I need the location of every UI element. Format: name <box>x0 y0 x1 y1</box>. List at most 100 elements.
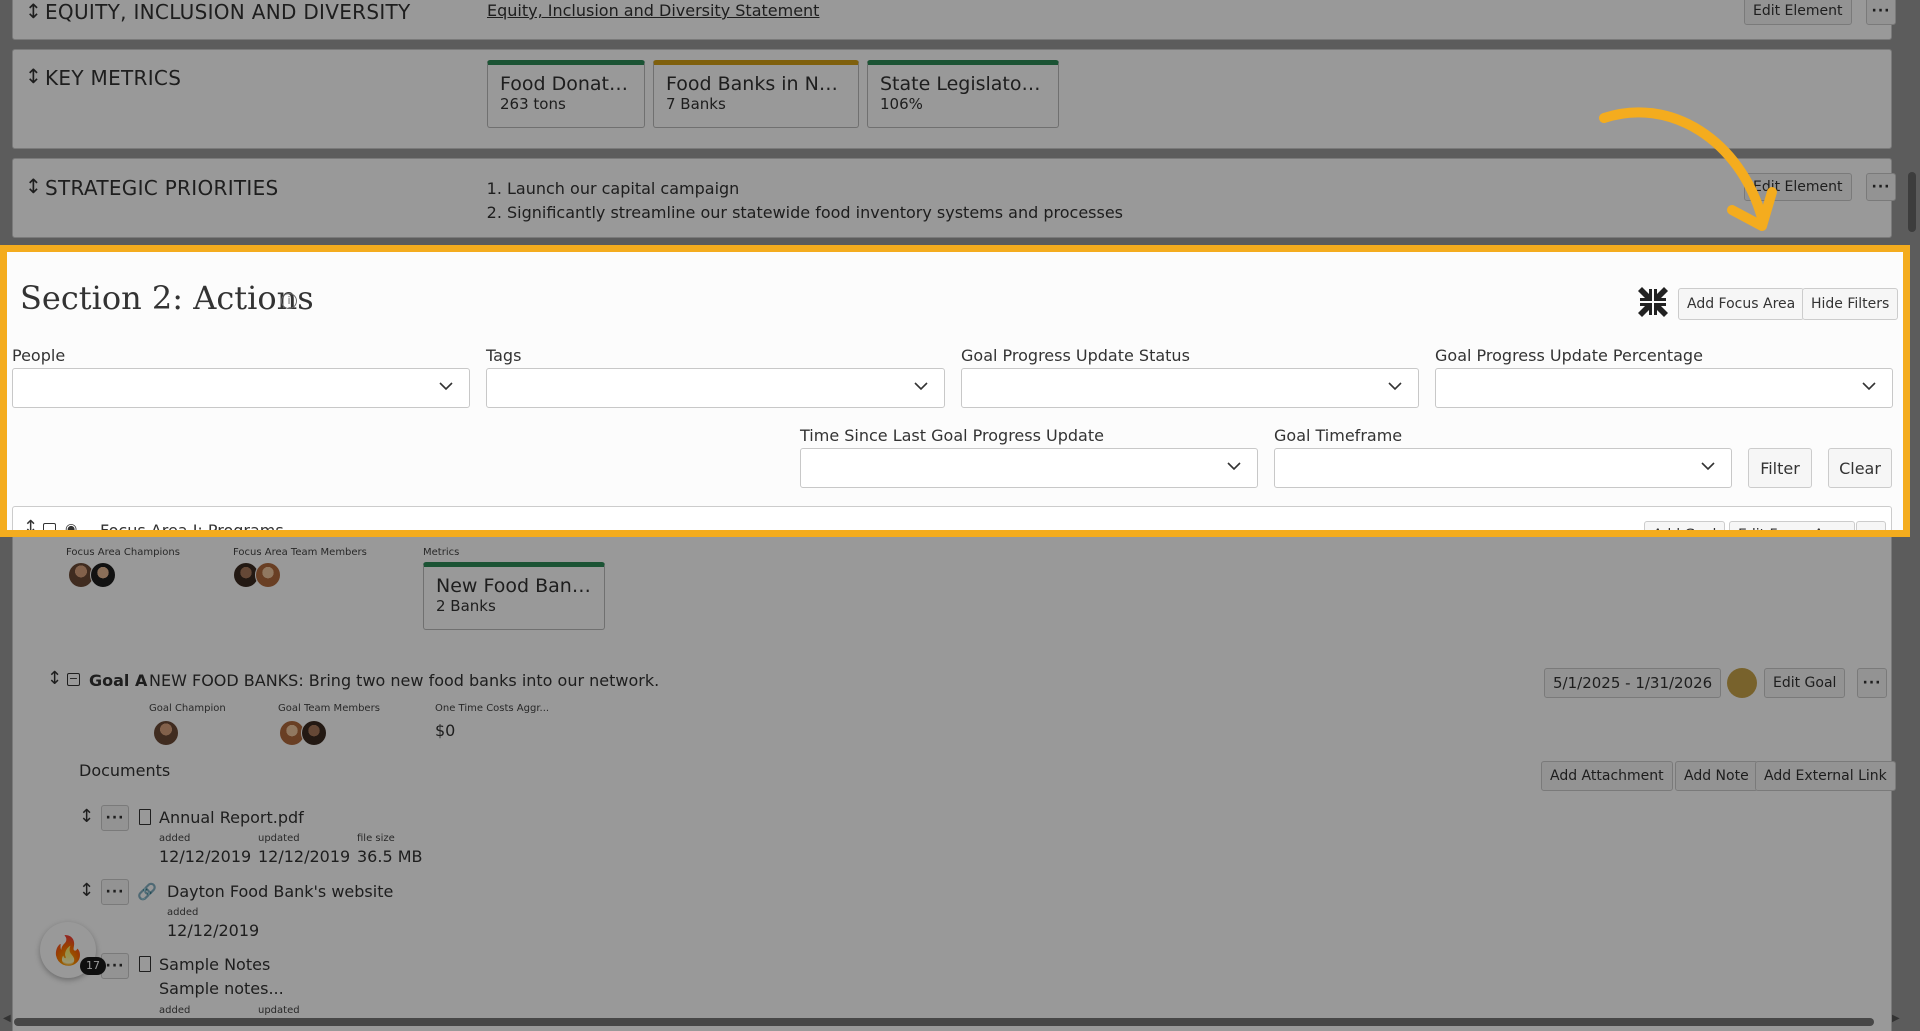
avatar[interactable] <box>255 562 281 588</box>
section-title: Section 2: Actions <box>20 279 314 317</box>
goal-status-filter-select[interactable] <box>961 368 1419 408</box>
metric-title: Food Banks in Net... <box>666 73 846 95</box>
documents-heading: Documents <box>79 761 171 780</box>
add-focus-area-button[interactable]: Add Focus Area <box>1678 288 1805 320</box>
tags-filter-label: Tags <box>486 346 522 365</box>
added-label: added <box>159 1005 191 1016</box>
drag-handle-icon[interactable]: ↕ <box>79 806 94 827</box>
note-preview: Sample notes... <box>159 979 284 998</box>
hidden-eye-icon[interactable]: ◉ <box>65 521 77 530</box>
edit-goal-button[interactable]: Edit Goal <box>1764 668 1846 698</box>
metric-value: 7 Banks <box>666 95 726 113</box>
metric-food-banks[interactable]: Food Banks in Net... 7 Banks <box>653 60 859 128</box>
focus-area-card: Focus Area Champions Focus Area Team Mem… <box>12 500 1896 1031</box>
filter-button[interactable]: Filter <box>1748 448 1812 488</box>
file-size: 36.5 MB <box>357 847 423 866</box>
edit-focus-area-button[interactable]: Edit Focus Area <box>1729 521 1856 530</box>
focus-area-more-button[interactable]: ··· <box>1856 521 1886 530</box>
goal-percentage-filter-select[interactable] <box>1435 368 1893 408</box>
key-metrics-label: KEY METRICS <box>45 66 182 90</box>
metric-title: New Food Banks <box>436 575 592 597</box>
add-external-link-button[interactable]: Add External Link <box>1755 761 1896 791</box>
horizontal-scrollbar[interactable] <box>14 1018 1874 1026</box>
drag-handle-icon[interactable]: ↕ <box>47 668 62 689</box>
list-item: Significantly streamline our statewide f… <box>507 201 1123 225</box>
updated-label: updated <box>258 1005 300 1016</box>
goal-timeframe-filter-select[interactable] <box>1274 448 1732 488</box>
drag-handle-icon[interactable]: ↕ <box>79 880 94 901</box>
more-options-button[interactable]: ··· <box>1866 0 1896 25</box>
hide-filters-button[interactable]: Hide Filters <box>1802 288 1899 320</box>
people-filter-label: People <box>12 346 66 365</box>
notification-count-badge: 17 <box>80 957 106 975</box>
equity-row: ↕ EQUITY, INCLUSION AND DIVERSITY Equity… <box>12 0 1896 40</box>
goal-text: NEW FOOD BANKS: Bring two new food banks… <box>149 671 660 690</box>
goal-date-range[interactable]: 5/1/2025 - 1/31/2026 <box>1544 668 1722 698</box>
edit-element-button[interactable]: Edit Element <box>1744 0 1852 25</box>
goal-label: Goal A <box>89 671 148 690</box>
goal-status-indicator[interactable] <box>1727 668 1757 698</box>
strategic-priorities-label: STRATEGIC PRIORITIES <box>45 176 279 200</box>
metric-title: State Legislators... <box>880 73 1046 95</box>
pointer-arrow-icon <box>1599 107 1777 231</box>
goal-champion-label: Goal Champion <box>149 703 226 714</box>
chevron-down-icon <box>1388 382 1402 391</box>
metric-state-legislators[interactable]: State Legislators... 106% <box>867 60 1059 128</box>
added-date: 12/12/2019 <box>167 921 260 940</box>
added-label: added <box>159 833 191 844</box>
drag-handle-icon[interactable]: ↕ <box>25 0 42 23</box>
time-since-filter-label: Time Since Last Goal Progress Update <box>800 426 1104 445</box>
info-icon[interactable]: i <box>281 293 297 309</box>
vertical-scrollbar-thumb[interactable] <box>1908 172 1916 232</box>
focus-area-header: ↕ ◉ Focus Area I: Programs Add Goal Edit… <box>12 506 1892 530</box>
added-date: 12/12/2019 <box>159 847 252 866</box>
tags-filter-select[interactable] <box>486 368 945 408</box>
document-more-button[interactable]: ··· <box>101 879 129 905</box>
metric-title: Food Donated <box>500 73 632 95</box>
more-options-button[interactable]: ··· <box>1866 173 1896 201</box>
add-goal-button[interactable]: Add Goal <box>1644 521 1726 530</box>
drag-handle-icon[interactable]: ↕ <box>23 517 38 530</box>
file-icon <box>139 809 151 825</box>
drag-handle-icon[interactable]: ↕ <box>25 64 42 88</box>
document-name[interactable]: Dayton Food Bank's website <box>167 882 393 901</box>
file-size-label: file size <box>357 833 395 844</box>
link-icon: 🔗 <box>137 882 157 901</box>
add-attachment-button[interactable]: Add Attachment <box>1541 761 1673 791</box>
scroll-right-icon[interactable]: ▶ <box>1892 1013 1900 1024</box>
equity-label: EQUITY, INCLUSION AND DIVERSITY <box>45 0 411 24</box>
focus-area-champions-label: Focus Area Champions <box>66 547 180 558</box>
clear-button[interactable]: Clear <box>1828 448 1892 488</box>
metric-new-food-banks[interactable]: New Food Banks 2 Banks <box>423 562 605 630</box>
collapse-all-icon[interactable] <box>1636 285 1670 319</box>
chevron-down-icon <box>914 382 928 391</box>
metric-value: 2 Banks <box>436 597 496 615</box>
avatar[interactable] <box>301 720 327 746</box>
scroll-left-icon[interactable]: ◀ <box>3 1013 11 1024</box>
time-since-filter-select[interactable] <box>800 448 1258 488</box>
metric-food-donated[interactable]: Food Donated 263 tons <box>487 60 645 128</box>
drag-handle-icon[interactable]: ↕ <box>25 174 42 198</box>
people-filter-select[interactable] <box>12 368 470 408</box>
document-name[interactable]: Sample Notes <box>159 955 270 974</box>
equity-statement-link[interactable]: Equity, Inclusion and Diversity Statemen… <box>487 1 819 20</box>
chevron-down-icon <box>439 382 453 391</box>
strategic-priorities-list: Launch our capital campaign Significantl… <box>507 177 1123 225</box>
avatar[interactable] <box>153 720 179 746</box>
collapse-icon[interactable] <box>43 523 56 530</box>
document-more-button[interactable]: ··· <box>101 805 129 831</box>
avatar[interactable] <box>90 562 116 588</box>
add-note-button[interactable]: Add Note <box>1675 761 1758 791</box>
collapse-icon[interactable]: − <box>67 673 80 686</box>
file-icon <box>139 956 151 972</box>
cost-label: One Time Costs Aggr... <box>435 703 550 714</box>
chevron-down-icon <box>1227 462 1241 471</box>
highlighted-section-panel: Section 2: Actions i Add Focus Area Hide… <box>0 245 1910 537</box>
focus-area-team-label: Focus Area Team Members <box>233 547 367 558</box>
goal-more-options-button[interactable]: ··· <box>1857 668 1887 698</box>
goal-timeframe-filter-label: Goal Timeframe <box>1274 426 1403 445</box>
document-name[interactable]: Annual Report.pdf <box>159 808 304 827</box>
added-label: added <box>167 907 199 918</box>
metrics-label: Metrics <box>423 547 460 558</box>
metric-value: 106% <box>880 95 923 113</box>
